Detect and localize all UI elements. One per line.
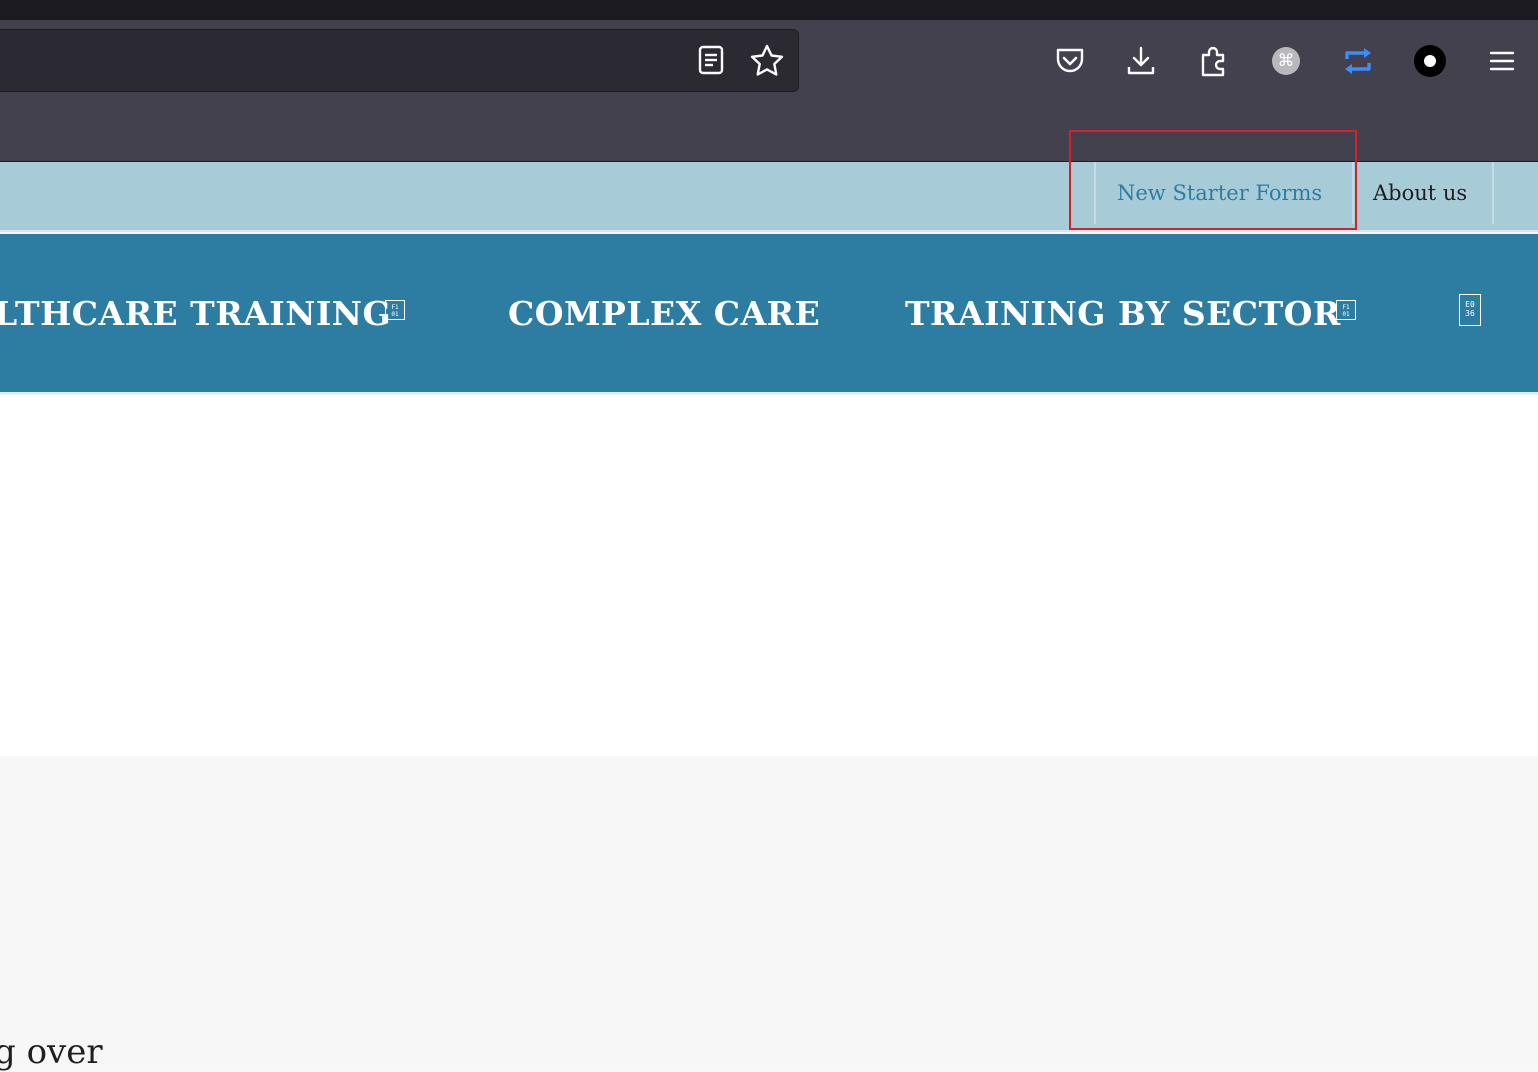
body-text-fragment: g over: [0, 1032, 103, 1072]
menu-icon[interactable]: [1482, 41, 1522, 81]
browser-toolbar: ⌘: [0, 20, 1538, 162]
command-glyph: ⌘: [1272, 47, 1300, 75]
window-top-strip: [0, 0, 1538, 20]
download-icon[interactable]: [1121, 41, 1161, 81]
about-us-link[interactable]: About us: [1373, 181, 1467, 205]
web-page: New Starter Forms About us LTHCARE TRAIN…: [0, 130, 1538, 1072]
pocket-icon[interactable]: [1050, 41, 1090, 81]
nav-divider: [1094, 162, 1096, 224]
top-utility-nav: New Starter Forms About us: [0, 130, 1538, 232]
nav-item-complex-care[interactable]: COMPLEX CARE: [508, 294, 820, 333]
circle-extension-icon[interactable]: [1410, 41, 1450, 81]
reader-view-icon[interactable]: [693, 42, 729, 78]
extensions-icon[interactable]: [1194, 41, 1234, 81]
dropdown-caret-icon[interactable]: F1 01: [385, 300, 405, 320]
command-extension-icon[interactable]: ⌘: [1266, 41, 1306, 81]
nav-divider: [1492, 162, 1494, 224]
menu-toggle-icon[interactable]: E0 36: [1459, 294, 1481, 326]
url-bar[interactable]: [0, 29, 799, 92]
nav-item-training-by-sector[interactable]: TRAINING BY SECTOR: [905, 294, 1341, 333]
star-icon[interactable]: [749, 42, 785, 78]
sync-extension-icon[interactable]: [1338, 41, 1378, 81]
new-starter-forms-link[interactable]: New Starter Forms: [1117, 181, 1322, 205]
dropdown-caret-icon[interactable]: F1 01: [1336, 300, 1356, 320]
main-navigation: LTHCARE TRAINING F1 01 COMPLEX CARE TRAIN…: [0, 234, 1538, 395]
nav-divider: [1352, 162, 1354, 224]
content-section-white: [0, 395, 1538, 756]
content-section-grey: [0, 756, 1538, 1066]
nav-item-healthcare-training[interactable]: LTHCARE TRAINING: [0, 294, 391, 333]
